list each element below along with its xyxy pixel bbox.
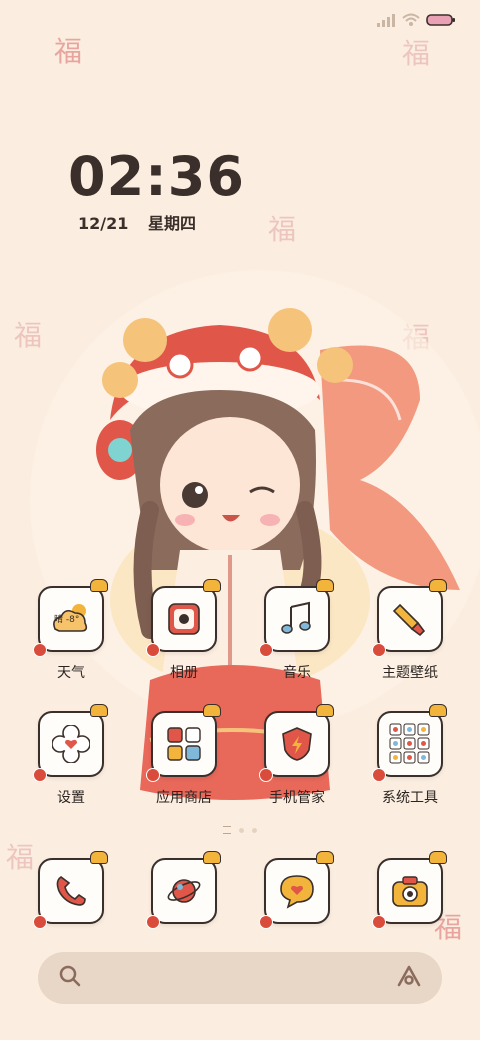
app-weather[interactable]: 晴 -8° 天气 — [26, 579, 116, 682]
dock-messages[interactable] — [252, 851, 342, 929]
status-bar — [376, 10, 456, 30]
fu-decoration: 福 — [401, 37, 430, 70]
phone-manager-shield-icon — [259, 704, 334, 782]
settings-flower-icon — [33, 704, 108, 782]
gold-ingot-decoration — [429, 851, 447, 864]
fu-decoration: 福 — [53, 35, 82, 68]
weather-icon: 晴 -8° — [33, 579, 108, 657]
app-phone-manager[interactable]: 手机管家 — [252, 704, 342, 807]
gold-ingot-decoration — [316, 851, 334, 864]
page-indicator-current — [223, 826, 231, 834]
app-label: 设置 — [57, 790, 85, 806]
flower-decoration — [372, 643, 386, 657]
app-system-tools[interactable]: 系统工具 — [365, 704, 455, 807]
flower-decoration — [372, 768, 386, 782]
clock-date[interactable]: 12/21 星期四 — [78, 210, 210, 234]
app-music[interactable]: 音乐 — [252, 579, 342, 682]
flower-decoration — [33, 643, 47, 657]
flower-decoration — [259, 643, 273, 657]
gold-ingot-decoration — [90, 851, 108, 864]
page-indicator-dot — [252, 827, 257, 833]
browser-planet-icon — [146, 851, 221, 929]
camera-icon — [372, 851, 447, 929]
dock-phone[interactable] — [26, 851, 116, 929]
weekday-text: 星期四 — [147, 214, 196, 233]
gold-ingot-decoration — [90, 704, 108, 717]
system-tools-folder-icon — [372, 704, 447, 782]
app-theme-wallpaper[interactable]: 主题壁纸 — [365, 579, 455, 682]
dock-browser[interactable] — [139, 851, 229, 929]
app-label: 天气 — [57, 665, 85, 681]
weather-badge: 晴 -8° — [54, 615, 80, 625]
gold-ingot-decoration — [316, 579, 334, 592]
gold-ingot-decoration — [203, 579, 221, 592]
page-indicator[interactable] — [0, 826, 480, 834]
page-indicator-dot — [239, 827, 244, 833]
phone-icon — [33, 851, 108, 929]
app-settings[interactable]: 设置 — [26, 704, 116, 807]
app-label: 音乐 — [283, 665, 311, 681]
dock-camera[interactable] — [365, 851, 455, 929]
search-bar[interactable] — [38, 952, 442, 1006]
app-label: 相册 — [170, 665, 198, 681]
theme-brush-icon — [372, 579, 447, 657]
date-text: 12/21 — [78, 214, 129, 233]
app-store-icon — [146, 704, 221, 782]
gold-ingot-decoration — [203, 851, 221, 864]
flower-decoration — [146, 643, 160, 657]
clock-time[interactable]: 02:36 — [68, 145, 245, 208]
app-label: 系统工具 — [382, 790, 438, 806]
battery-icon — [426, 13, 456, 27]
gold-ingot-decoration — [429, 704, 447, 717]
gold-ingot-decoration — [316, 704, 334, 717]
fu-decoration: 福 — [267, 213, 296, 246]
flower-decoration — [259, 768, 273, 782]
gallery-icon — [146, 579, 221, 657]
app-label: 应用商店 — [156, 790, 212, 806]
flower-decoration — [33, 915, 47, 929]
flower-decoration — [146, 915, 160, 929]
messages-icon — [259, 851, 334, 929]
gold-ingot-decoration — [203, 704, 221, 717]
search-icon[interactable] — [58, 964, 82, 992]
gold-ingot-decoration — [429, 579, 447, 592]
music-icon — [259, 579, 334, 657]
flower-decoration — [33, 768, 47, 782]
search-input[interactable] — [98, 952, 372, 1006]
flower-decoration — [146, 768, 160, 782]
app-label: 手机管家 — [269, 790, 325, 806]
app-label: 主题壁纸 — [382, 665, 438, 681]
app-gallery[interactable]: 相册 — [139, 579, 229, 682]
wifi-icon — [402, 13, 420, 27]
signal-icon — [376, 13, 396, 27]
flower-decoration — [372, 915, 386, 929]
assistant-icon[interactable] — [396, 964, 422, 992]
app-store[interactable]: 应用商店 — [139, 704, 229, 807]
gold-ingot-decoration — [90, 579, 108, 592]
flower-decoration — [259, 915, 273, 929]
